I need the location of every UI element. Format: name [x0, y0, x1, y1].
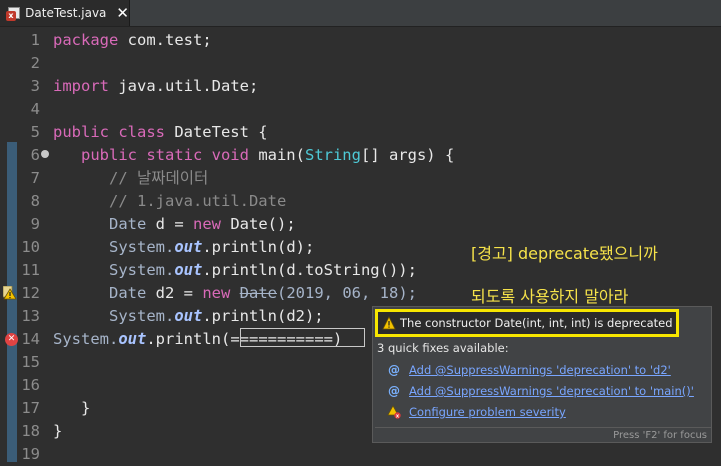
error-icon[interactable]: ✕ — [5, 333, 18, 346]
line-code: System.out.println(d); — [109, 238, 315, 256]
quick-fix-suppress-d2[interactable]: @ Add @SuppressWarnings 'deprecation' to… — [387, 363, 671, 377]
code-line-8: 8 // 1.java.util.Date — [0, 190, 721, 213]
line-number: 15 — [21, 353, 40, 371]
line-number: 10 — [21, 238, 40, 256]
code-line-7: 7 // 날짜데이터 — [0, 167, 721, 190]
line-number: 7 — [30, 169, 40, 187]
warning-icon — [382, 316, 396, 330]
line-code: System.out.println(d.toString()); — [109, 261, 417, 279]
line-code: import java.util.Date; — [53, 77, 259, 95]
code-line-5: 5 public class DateTest { — [0, 121, 721, 144]
code-line-9: 9 Date d = new Date(); — [0, 213, 721, 236]
popup-message: The constructor Date(int, int, int) is d… — [400, 316, 673, 330]
tab-title: DateTest.java — [25, 6, 107, 20]
quick-fix-popup[interactable]: The constructor Date(int, int, int) is d… — [372, 306, 712, 443]
configure-severity-icon: x — [387, 405, 401, 419]
quick-fix-suppress-main[interactable]: @ Add @SuppressWarnings 'deprecation' to… — [387, 384, 694, 398]
line-number: 18 — [21, 422, 40, 440]
line-code: public class DateTest { — [53, 123, 268, 141]
line-code: // 1.java.util.Date — [109, 192, 287, 210]
line-number: 19 — [21, 445, 40, 463]
warning-icon[interactable] — [3, 286, 17, 300]
fold-toggle-icon[interactable] — [41, 150, 49, 158]
code-line-19: 19 — [0, 443, 721, 466]
annotation-warning-line2: 되도록 사용하지 말아라 — [471, 287, 629, 306]
tab-close-button[interactable]: ✕ — [116, 4, 129, 22]
line-code: public static void main(String[] args) { — [81, 146, 455, 164]
line-code: package com.test; — [53, 31, 212, 49]
line-number: 9 — [30, 215, 40, 233]
popup-message-box: The constructor Date(int, int, int) is d… — [375, 309, 679, 337]
tab-datetest-java[interactable]: x DateTest.java ✕ — [0, 0, 130, 26]
quick-fix-label[interactable]: Add @SuppressWarnings 'deprecation' to '… — [409, 363, 671, 377]
java-file-error-icon: x — [6, 5, 20, 21]
annotation-warning-line1: [경고] deprecate됐으니까 — [471, 244, 658, 263]
line-code: System.out.println(d2); — [109, 307, 324, 325]
code-line-4: 4 — [0, 98, 721, 121]
quick-fix-icon: @ — [388, 363, 400, 377]
line-number: 5 — [30, 123, 40, 141]
quick-fix-count: 3 quick fixes available: — [377, 341, 509, 355]
code-line-3: 3 import java.util.Date; — [0, 75, 721, 98]
deprecated-constructor: Date — [239, 284, 277, 302]
line-number: 1 — [30, 31, 40, 49]
editor-tab-bar: x DateTest.java ✕ — [0, 0, 721, 27]
line-number: 8 — [30, 192, 40, 210]
line-number: 17 — [21, 399, 40, 417]
line-code: } — [53, 422, 63, 440]
popup-footer-hint: Press 'F2' for focus — [375, 427, 711, 442]
line-number: 12 — [21, 284, 40, 302]
quick-fix-label[interactable]: Add @SuppressWarnings 'deprecation' to '… — [409, 384, 694, 398]
line-number: 11 — [21, 261, 40, 279]
quick-fix-icon: @ — [388, 384, 400, 398]
selection-box — [240, 328, 365, 347]
line-number: 13 — [21, 307, 40, 325]
code-line-1: 1 package com.test; — [0, 29, 721, 52]
line-code: Date d = new Date(); — [109, 215, 296, 233]
quick-fix-configure-severity[interactable]: x Configure problem severity — [387, 405, 566, 419]
line-number: 6 — [30, 146, 40, 164]
code-line-6: 6 public static void main(String[] args)… — [0, 144, 721, 167]
code-line-2: 2 — [0, 52, 721, 75]
line-code: // 날짜데이터 — [109, 169, 209, 187]
quick-fix-label[interactable]: Configure problem severity — [409, 405, 566, 419]
line-number: 4 — [30, 100, 40, 118]
line-number: 3 — [30, 77, 40, 95]
line-code: Date d2 = new Date(2019, 06, 18); — [109, 284, 417, 302]
line-number: 16 — [21, 376, 40, 394]
line-code: } — [81, 399, 91, 417]
line-number: 2 — [30, 54, 40, 72]
